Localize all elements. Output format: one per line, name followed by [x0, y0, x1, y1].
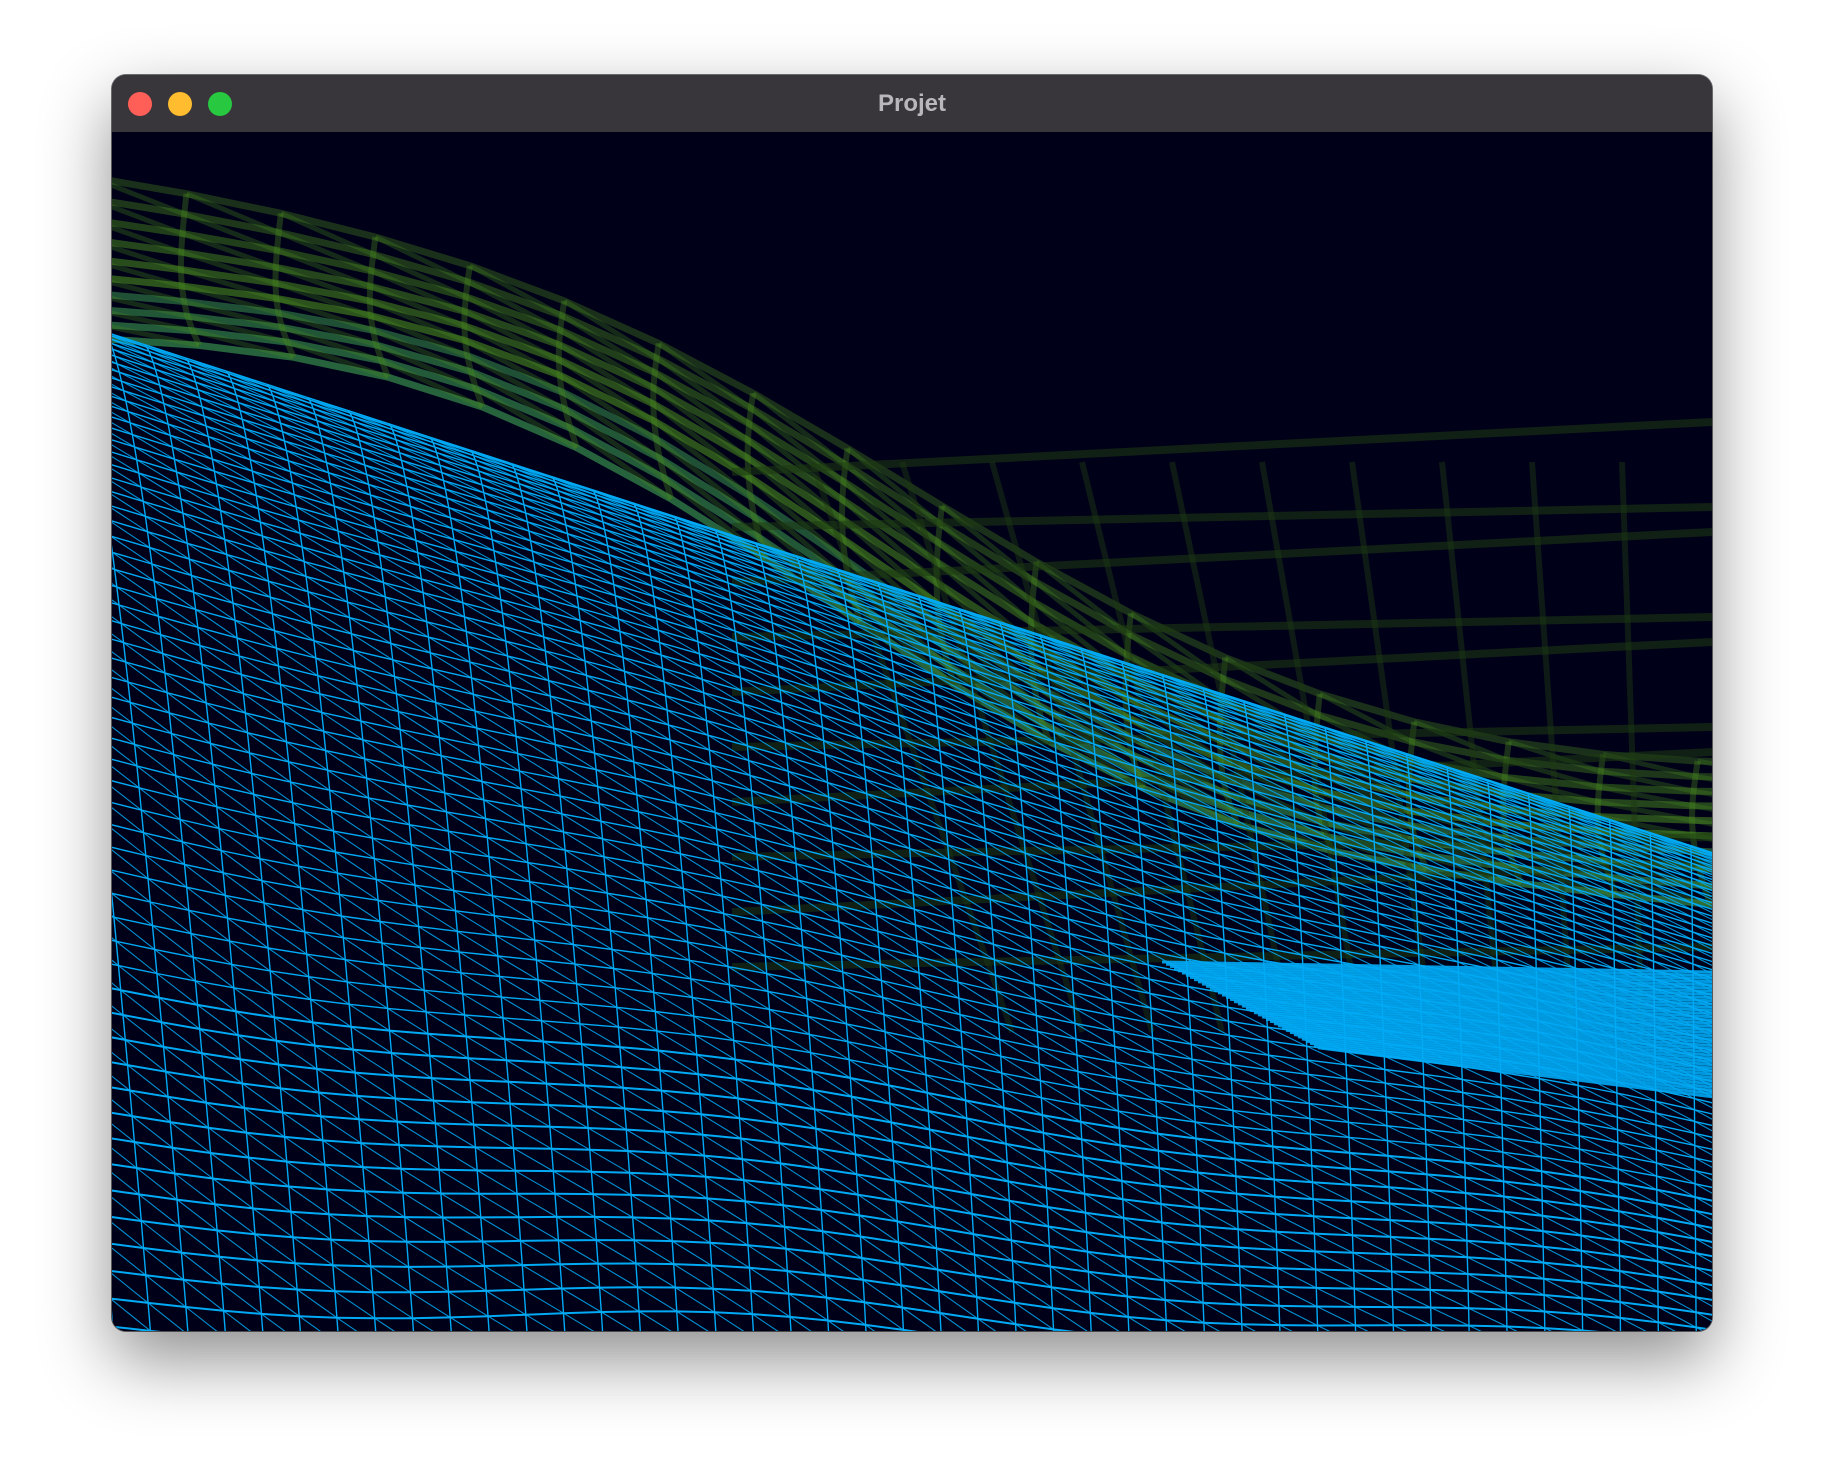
title-bar[interactable]: Projet	[112, 75, 1712, 133]
window-title: Projet	[877, 90, 946, 117]
render-viewport[interactable]	[112, 132, 1712, 1331]
app-window: Projet	[112, 75, 1712, 1331]
wireframe-scene[interactable]	[112, 132, 1712, 1331]
